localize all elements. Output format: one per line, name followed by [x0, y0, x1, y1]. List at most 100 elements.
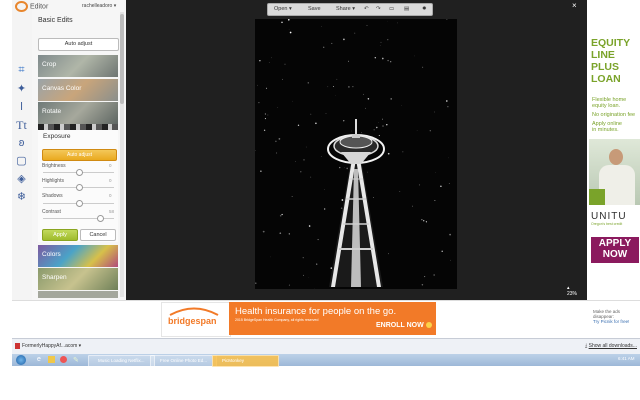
shadows-slider[interactable]: [43, 200, 114, 207]
star: [354, 32, 356, 34]
ad-headline-line: LINE: [591, 49, 615, 61]
star: [259, 60, 261, 62]
ad-brand-sub: Oregon's best credit: [591, 222, 623, 226]
slider-knob[interactable]: [96, 215, 104, 222]
bridgespan-brand: bridgespan: [168, 316, 217, 326]
text-icon[interactable]: Tt: [15, 119, 28, 132]
app-logo[interactable]: Editor: [15, 1, 65, 12]
zoom-indicator[interactable]: ▴ 23%: [567, 285, 577, 297]
cta-line: NOW: [602, 249, 628, 260]
star: [341, 199, 344, 201]
apply-button[interactable]: Apply: [42, 229, 78, 241]
star: [347, 60, 350, 62]
download-item[interactable]: FormerlyHappyAf...acom ▾: [15, 341, 87, 352]
highlights-slider[interactable]: [43, 184, 114, 191]
slider-knob[interactable]: [75, 169, 83, 176]
ie-icon[interactable]: e: [37, 356, 41, 363]
star: [429, 130, 431, 132]
taskbar-item-netflix[interactable]: Music Loading Netflix...: [88, 355, 155, 367]
star: [297, 124, 300, 126]
star: [418, 184, 421, 186]
exposure-auto-adjust-button[interactable]: Auto adjust: [42, 149, 117, 161]
bridgespan-logo-box[interactable]: bridgespan: [161, 302, 231, 337]
star: [291, 196, 293, 197]
star: [447, 106, 449, 108]
star: [303, 159, 305, 161]
star: [421, 284, 424, 286]
thumb-label: Sharpen: [42, 274, 67, 281]
snowflake-icon[interactable]: ❄: [15, 191, 28, 204]
settings-icon[interactable]: ✹: [422, 4, 427, 15]
exposure-title: Exposure: [43, 133, 71, 140]
star: [412, 205, 413, 207]
edited-photo[interactable]: [254, 19, 457, 289]
zoom-icon[interactable]: ▤: [404, 4, 409, 15]
contrast-slider[interactable]: [43, 215, 114, 222]
crop-icon[interactable]: ⌗: [15, 64, 28, 77]
cancel-button[interactable]: Cancel: [80, 229, 116, 241]
taskbar-item-photo-editor[interactable]: Free Online Photo Ed...: [150, 355, 217, 367]
user-menu[interactable]: rachelleadoro ▾: [82, 3, 116, 9]
save-button[interactable]: Save: [308, 4, 321, 15]
folder-icon[interactable]: [48, 356, 55, 363]
star: [421, 219, 423, 221]
star: [382, 125, 384, 127]
space-needle-image: [254, 19, 457, 289]
canvas-color-tool-thumb[interactable]: Canvas Color: [38, 79, 118, 101]
star: [434, 111, 435, 113]
share-menu[interactable]: Share ▾: [336, 4, 355, 15]
panel-scrollbar-thumb[interactable]: [120, 14, 124, 104]
taskbar-item-picmonkey[interactable]: PicMonkey: [212, 355, 279, 367]
auto-adjust-button[interactable]: Auto adjust: [38, 38, 119, 51]
open-menu[interactable]: Open ▾: [274, 4, 292, 15]
close-icon[interactable]: ×: [572, 1, 577, 10]
crop-tool-thumb[interactable]: Crop: [38, 55, 118, 77]
windows-logo-icon: [16, 355, 26, 365]
slider-knob[interactable]: [75, 184, 83, 191]
star: [450, 259, 451, 261]
magic-wand-icon[interactable]: ✦: [15, 83, 28, 96]
brush-icon[interactable]: ǀ: [15, 101, 28, 114]
download-filename: FormerlyHappyAf...acom: [22, 343, 78, 349]
star: [275, 140, 277, 143]
butterfly-icon[interactable]: ʚ: [15, 137, 28, 150]
equity-loan-ad[interactable]: EQUITY LINE PLUS LOAN Flexible home equi…: [589, 35, 640, 263]
star: [279, 232, 282, 235]
redo-icon[interactable]: ↷: [376, 4, 381, 15]
next-tool-thumb[interactable]: [38, 291, 118, 298]
show-all-downloads-link[interactable]: ⤓ Show all downloads...: [585, 343, 637, 349]
frame-icon[interactable]: ▢: [15, 155, 28, 168]
star: [289, 31, 292, 34]
ad-photo: [589, 139, 640, 205]
star: [271, 57, 272, 59]
compare-icon[interactable]: ▭: [389, 4, 394, 15]
thumb-label: Crop: [42, 61, 57, 68]
app-icon[interactable]: ✎: [73, 356, 79, 364]
ad-headline-line: LOAN: [591, 73, 621, 85]
star: [348, 86, 350, 88]
editor-toolbar: Open ▾ Save Share ▾ ↶ ↷ ▭ ▤ ✹: [267, 3, 433, 16]
rotate-tool-thumb[interactable]: Rotate: [38, 102, 118, 124]
star: [361, 132, 362, 134]
star: [366, 25, 368, 26]
brightness-slider[interactable]: [43, 169, 114, 176]
star: [324, 188, 325, 190]
media-player-icon[interactable]: [60, 356, 67, 363]
star: [303, 274, 304, 276]
health-insurance-ad[interactable]: Health insurance for people on the go. 2…: [229, 302, 436, 335]
slider-knob[interactable]: [75, 200, 83, 207]
texture-icon[interactable]: ◈: [15, 173, 28, 186]
username: rachelleadoro: [82, 3, 113, 9]
colors-tool-thumb[interactable]: Colors: [38, 245, 118, 267]
star: [281, 21, 283, 24]
star: [288, 28, 290, 30]
remove-ads-note[interactable]: Make the ads disappear: Try Picnik for f…: [593, 309, 637, 324]
sharpen-tool-thumb[interactable]: Sharpen: [38, 268, 118, 290]
start-button[interactable]: [14, 354, 28, 366]
undo-icon[interactable]: ↶: [364, 4, 369, 15]
show-all-label: Show all downloads...: [588, 343, 637, 349]
shadows-value: 0: [109, 193, 112, 198]
apply-now-button[interactable]: APPLY NOW: [591, 237, 639, 263]
star: [260, 170, 262, 172]
enroll-now-button[interactable]: ENROLL NOW: [376, 322, 432, 329]
